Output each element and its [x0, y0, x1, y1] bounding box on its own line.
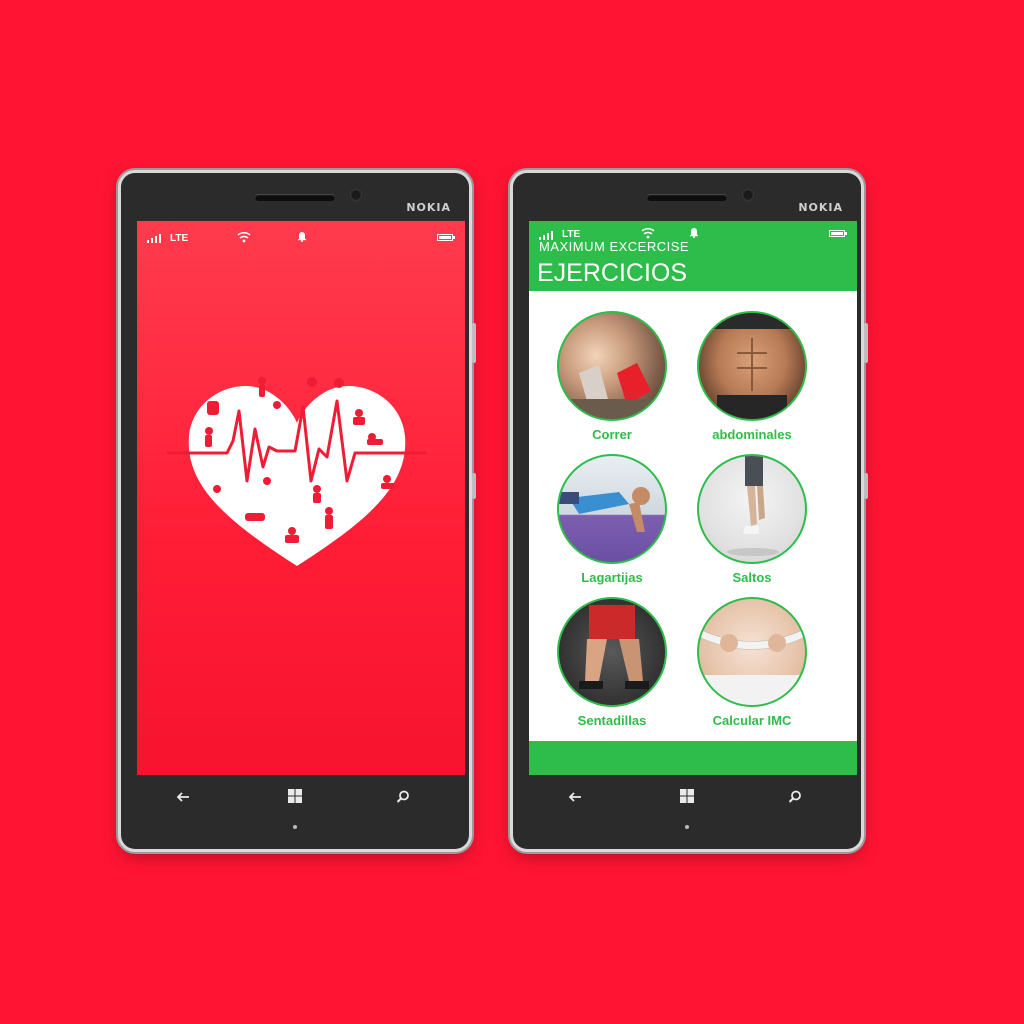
exercise-tile-sentadillas[interactable]: Sentadillas [552, 597, 672, 728]
phone-left: NOKIA LTE [121, 173, 476, 849]
exercise-label: Calcular IMC [712, 713, 792, 728]
pushups-photo [557, 454, 667, 564]
exercise-tile-calcular-imc[interactable]: Calcular IMC [692, 597, 812, 728]
back-arrow-icon[interactable] [169, 787, 197, 815]
exercise-tile-lagartijas[interactable]: Lagartijas [552, 454, 672, 585]
front-camera [742, 189, 754, 201]
windows-logo-icon[interactable] [281, 787, 309, 815]
app-header: LTE MAXIMUM EXCERCISE EJERCICIOS [529, 221, 857, 291]
exercise-tile-saltos[interactable]: Saltos [692, 454, 812, 585]
brand-logo: NOKIA [798, 201, 843, 214]
network-label: LTE [170, 233, 189, 244]
heart-heartbeat-logo [167, 377, 427, 566]
exercise-label: Saltos [732, 570, 772, 585]
wifi-icon [641, 227, 655, 239]
indicator-dot [293, 825, 297, 829]
navigation-bar [121, 779, 469, 823]
exercise-label: abdominales [712, 427, 792, 442]
exercise-label: Correr [592, 427, 632, 442]
battery-icon [829, 230, 847, 237]
exercise-label: Sentadillas [577, 713, 647, 728]
search-icon[interactable] [781, 787, 809, 815]
notification-bell-icon [690, 228, 698, 238]
app-name: MAXIMUM EXCERCISE [539, 239, 690, 254]
splash-screen: LTE [137, 221, 465, 775]
earpiece-speaker [647, 194, 727, 201]
abs-photo [697, 311, 807, 421]
indicator-dot [685, 825, 689, 829]
windows-logo-icon[interactable] [673, 787, 701, 815]
app-bar [529, 741, 857, 775]
jumping-photo [697, 454, 807, 564]
section-title: EJERCICIOS [537, 259, 688, 287]
phone-right: NOKIA LTE MAXIMUM EXCERCISE EJERCICIOS C… [513, 173, 868, 849]
back-arrow-icon[interactable] [561, 787, 589, 815]
brand-logo: NOKIA [406, 201, 451, 214]
power-button [864, 473, 868, 499]
notification-bell-icon [298, 232, 306, 242]
battery-icon [437, 234, 455, 241]
measuring-tape-photo [697, 597, 807, 707]
navigation-bar [513, 779, 861, 823]
volume-button [472, 323, 476, 363]
exercise-tile-abdominales[interactable]: abdominales [692, 311, 812, 442]
front-camera [350, 189, 362, 201]
volume-button [864, 323, 868, 363]
earpiece-speaker [255, 194, 335, 201]
signal-icon [147, 234, 165, 243]
exercise-tile-correr[interactable]: Correr [552, 311, 672, 442]
power-button [472, 473, 476, 499]
squats-photo [557, 597, 667, 707]
wifi-icon [237, 231, 251, 243]
exercise-label: Lagartijas [581, 570, 643, 585]
running-photo [557, 311, 667, 421]
exercises-screen: LTE MAXIMUM EXCERCISE EJERCICIOS Correr … [529, 221, 857, 775]
search-icon[interactable] [389, 787, 417, 815]
status-bar: LTE [137, 221, 465, 245]
